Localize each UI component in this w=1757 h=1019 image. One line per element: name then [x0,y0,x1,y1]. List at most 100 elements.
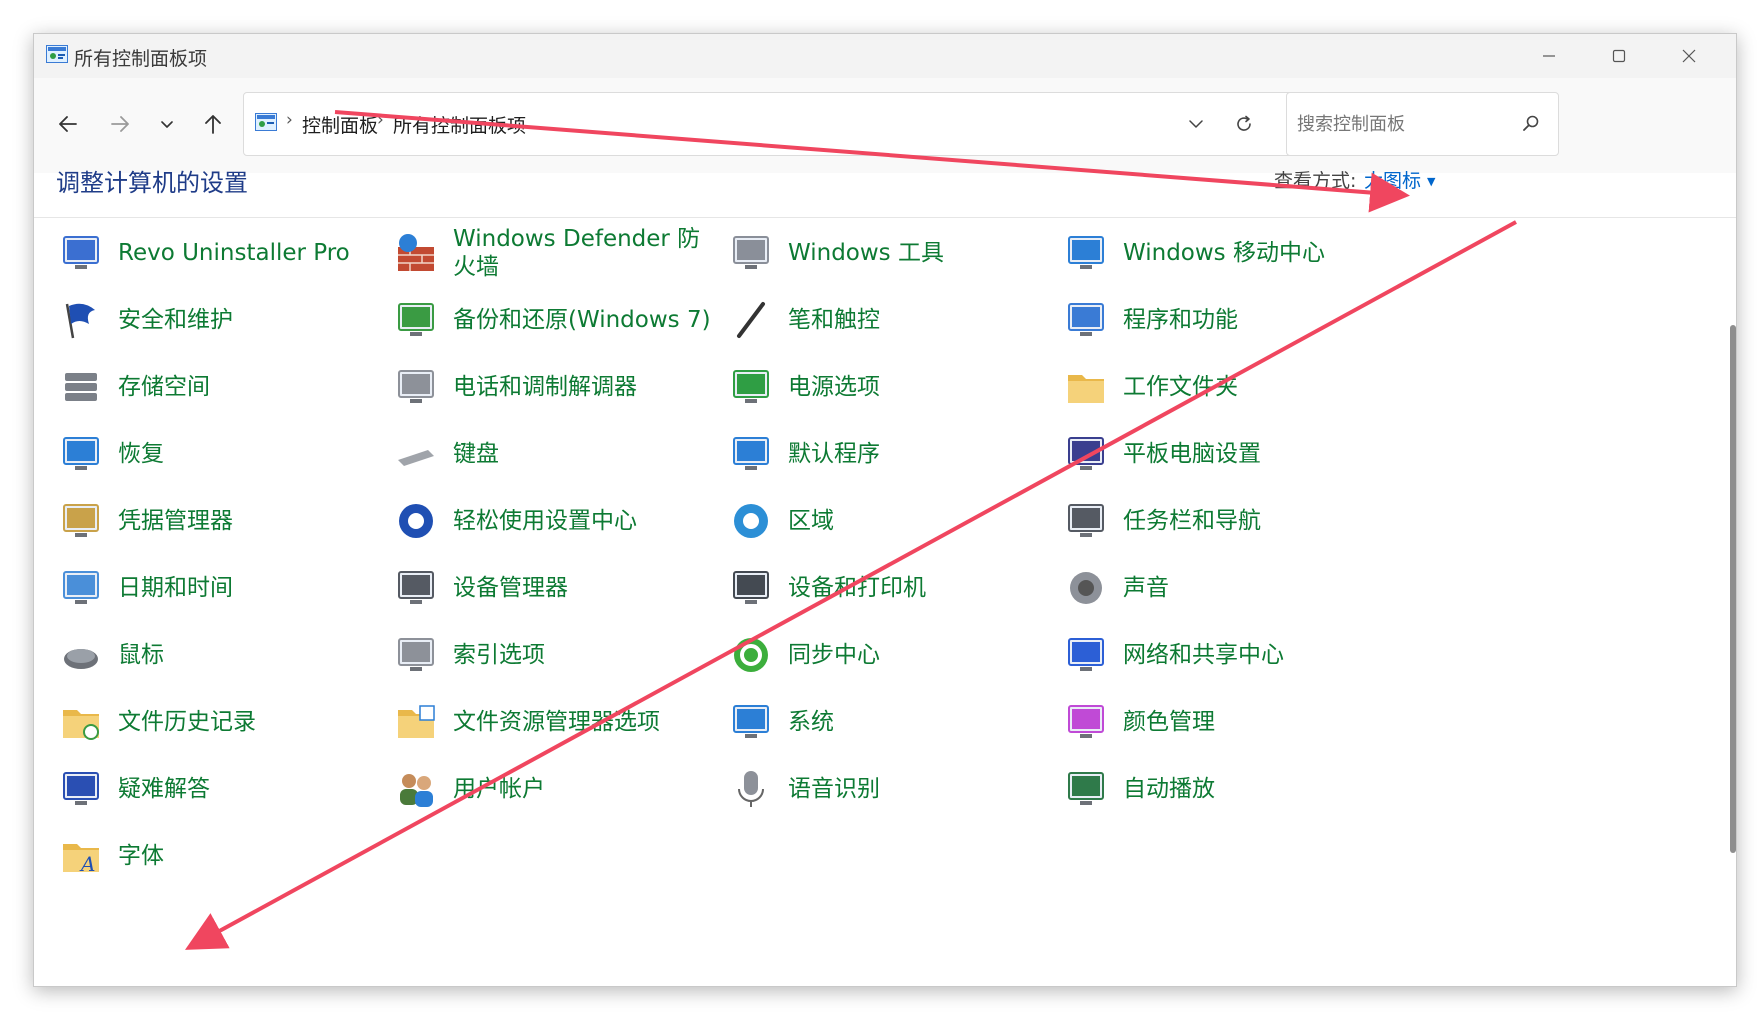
control-panel-item-label[interactable]: Windows 工具 [788,239,944,267]
control-panel-item-label[interactable]: 设备和打印机 [788,574,926,602]
control-panel-item[interactable]: 系统 [726,688,1061,755]
search-box[interactable] [1286,92,1559,156]
control-panel-item-label[interactable]: 语音识别 [788,775,880,803]
control-panel-item-label[interactable]: 设备管理器 [453,574,568,602]
control-panel-item[interactable]: 疑难解答 [56,755,391,822]
control-panel-item-label[interactable]: 鼠标 [118,641,164,669]
control-panel-item[interactable]: 颜色管理 [1061,688,1396,755]
control-panel-item-label[interactable]: 轻松使用设置中心 [453,507,637,535]
window-title: 所有控制面板项 [74,48,208,70]
control-panel-item-label[interactable]: 文件历史记录 [118,708,256,736]
file-history-icon [56,697,106,747]
control-panel-item[interactable]: 文件资源管理器选项 [391,688,726,755]
control-panel-item[interactable]: 笔和触控 [726,286,1061,353]
view-by-dropdown[interactable]: 大图标 ▼ [1364,166,1435,193]
control-panel-item[interactable]: A 字体 [56,822,391,889]
control-panel-item-label[interactable]: 区域 [788,507,834,535]
control-panel-item[interactable]: 电话和调制解调器 [391,353,726,420]
control-panel-item[interactable]: 鼠标 [56,621,391,688]
control-panel-item-label[interactable]: 颜色管理 [1123,708,1215,736]
control-panel-item-label[interactable]: 疑难解答 [118,775,210,803]
control-panel-item[interactable]: 自动播放 [1061,755,1396,822]
programs-icon [1068,302,1104,336]
control-panel-item-label[interactable]: 键盘 [453,440,499,468]
control-panel-item-label[interactable]: 程序和功能 [1123,306,1238,334]
control-panel-item[interactable]: 键盘 [391,420,726,487]
control-panel-item[interactable]: 设备和打印机 [726,554,1061,621]
control-panel-item-label[interactable]: 工作文件夹 [1123,373,1238,401]
control-panel-item[interactable]: 轻松使用设置中心 [391,487,726,554]
control-panel-item[interactable]: Revo Uninstaller Pro [56,219,391,286]
control-panel-item-label[interactable]: 任务栏和导航 [1123,507,1261,535]
control-panel-item-label[interactable]: 索引选项 [453,641,545,669]
control-panel-item[interactable]: 平板电脑设置 [1061,420,1396,487]
control-panel-item-label[interactable]: 笔和触控 [788,306,880,334]
recent-locations-button[interactable] [151,108,183,140]
system-icon [733,704,769,738]
title-bar[interactable]: 所有控制面板项 [34,34,1736,78]
search-input[interactable] [1295,107,1509,141]
page-title: 调整计算机的设置 [56,169,248,197]
control-panel-item[interactable]: 电源选项 [726,353,1061,420]
control-panel-item[interactable]: 安全和维护 [56,286,391,353]
control-panel-item[interactable]: 程序和功能 [1061,286,1396,353]
control-panel-item-label[interactable]: 恢复 [118,440,164,468]
control-panel-item[interactable]: 声音 [1061,554,1396,621]
control-panel-item[interactable]: Windows 移动中心 [1061,219,1396,286]
control-panel-item-label[interactable]: 平板电脑设置 [1123,440,1261,468]
control-panel-item-label[interactable]: 自动播放 [1123,775,1215,803]
forward-button[interactable] [104,108,136,140]
control-panel-item[interactable]: Windows Defender 防火墙 [391,219,726,286]
control-panel-item[interactable]: 日期和时间 [56,554,391,621]
control-panel-item-label[interactable]: Windows Defender 防火墙 [453,225,713,281]
control-panel-item[interactable]: 文件历史记录 [56,688,391,755]
refresh-button[interactable] [1229,109,1259,139]
control-panel-item[interactable]: 区域 [726,487,1061,554]
control-panel-item[interactable]: 任务栏和导航 [1061,487,1396,554]
control-panel-item-label[interactable]: Windows 移动中心 [1123,239,1325,267]
breadcrumb-control-panel[interactable]: 控制面板 [302,111,378,138]
control-panel-item-label[interactable]: 电话和调制解调器 [453,373,637,401]
address-dropdown-button[interactable] [1181,109,1211,139]
control-panel-item-label[interactable]: 电源选项 [788,373,880,401]
control-panel-item-label[interactable]: Revo Uninstaller Pro [118,239,350,267]
control-panel-item[interactable]: 用户帐户 [391,755,726,822]
control-panel-item[interactable]: 网络和共享中心 [1061,621,1396,688]
control-panel-item-label[interactable]: 存储空间 [118,373,210,401]
control-panel-item[interactable]: 凭据管理器 [56,487,391,554]
control-panel-item-label[interactable]: 网络和共享中心 [1123,641,1284,669]
view-by-value[interactable]: 大图标 [1364,170,1421,192]
control-panel-item-label[interactable]: 字体 [118,842,164,870]
breadcrumb-all-items[interactable]: 所有控制面板项 [393,111,526,138]
maximize-button[interactable] [1584,34,1654,78]
control-panel-item[interactable]: 语音识别 [726,755,1061,822]
control-panel-item-label[interactable]: 默认程序 [788,440,880,468]
control-panel-item-label[interactable]: 备份和还原(Windows 7) [453,306,711,334]
control-panel-item[interactable]: 恢复 [56,420,391,487]
address-bar[interactable]: › 控制面板 › 所有控制面板项 [243,92,1404,156]
control-panel-item-label[interactable]: 同步中心 [788,641,880,669]
control-panel-item-label[interactable]: 文件资源管理器选项 [453,708,660,736]
control-panel-item[interactable]: Windows 工具 [726,219,1061,286]
devices-printers-icon [733,570,769,604]
search-icon[interactable] [1521,113,1541,133]
close-button[interactable] [1654,34,1724,78]
control-panel-item-label[interactable]: 凭据管理器 [118,507,233,535]
forward-arrow-icon [111,116,129,132]
control-panel-item[interactable]: 索引选项 [391,621,726,688]
minimize-button[interactable] [1514,34,1584,78]
control-panel-item[interactable]: 设备管理器 [391,554,726,621]
vertical-scrollbar[interactable] [1730,325,1736,853]
control-panel-item[interactable]: 存储空间 [56,353,391,420]
control-panel-item[interactable]: 工作文件夹 [1061,353,1396,420]
control-panel-item[interactable]: 备份和还原(Windows 7) [391,286,726,353]
back-button[interactable] [52,108,84,140]
control-panel-item[interactable]: 默认程序 [726,420,1061,487]
control-panel-item-label[interactable]: 安全和维护 [118,306,233,334]
control-panel-item-label[interactable]: 系统 [788,708,834,736]
control-panel-item-label[interactable]: 声音 [1123,574,1169,602]
control-panel-item-label[interactable]: 用户帐户 [453,775,545,803]
control-panel-item-label[interactable]: 日期和时间 [118,574,233,602]
up-button[interactable] [197,108,229,140]
control-panel-item[interactable]: 同步中心 [726,621,1061,688]
